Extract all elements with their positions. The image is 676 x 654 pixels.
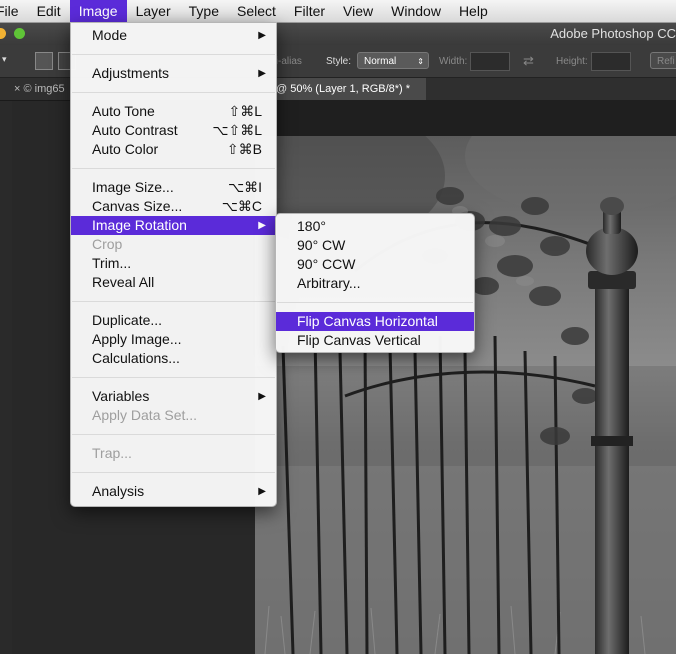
menu-select[interactable]: Select — [228, 0, 285, 22]
menu-item-label: Flip Canvas Horizontal — [297, 313, 438, 329]
height-field[interactable] — [591, 52, 631, 71]
image-menu-item-adjustments[interactable]: Adjustments ▶ — [71, 64, 276, 83]
menu-shortcut: ⌥⌘I — [227, 179, 262, 195]
menu-item-label: Flip Canvas Vertical — [297, 332, 421, 348]
style-select[interactable]: Normal ⇕ — [357, 52, 429, 69]
menu-bar: File Edit Image Layer Type Select Filter… — [0, 0, 676, 23]
menu-shortcut: ⌥⌘C — [221, 198, 262, 214]
menu-item-label: Mode — [92, 27, 128, 43]
refine-edge-label: Refi — [657, 56, 675, 67]
menu-shortcut: ⇧⌘L — [228, 103, 262, 119]
menu-item-label: Reveal All — [92, 274, 155, 290]
menu-item-label: Adjustments — [92, 65, 170, 81]
menu-help[interactable]: Help — [450, 0, 497, 22]
image-menu-item-calculations[interactable]: Calculations... — [71, 349, 276, 368]
style-label: Style: — [326, 56, 352, 67]
menu-view[interactable]: View — [334, 0, 382, 22]
menu-item-label: Auto Tone — [92, 103, 155, 119]
menu-item-label: Image Rotation — [92, 217, 187, 233]
image-menu-item-apply-data-set: Apply Data Set... — [71, 406, 276, 425]
menu-shortcut: ⌥⇧⌘L — [212, 122, 262, 138]
image-menu-item-auto-tone[interactable]: Auto Tone ⇧⌘L — [71, 102, 276, 121]
height-label: Height: — [556, 56, 588, 67]
submenu-arrow-icon: ▶ — [258, 220, 266, 231]
image-menu-item-apply-image[interactable]: Apply Image... — [71, 330, 276, 349]
menu-separator — [72, 168, 275, 169]
menu-item-label: Crop — [92, 236, 123, 252]
image-menu-item-canvas-size[interactable]: Canvas Size... ⌥⌘C — [71, 197, 276, 216]
image-menu-item-crop: Crop — [71, 235, 276, 254]
image-menu-item-variables[interactable]: Variables ▶ — [71, 387, 276, 406]
new-selection-icon[interactable] — [35, 52, 53, 70]
menu-item-label: Auto Contrast — [92, 122, 178, 138]
select-arrows-icon: ⇕ — [417, 57, 424, 66]
menu-item-label: Duplicate... — [92, 312, 163, 328]
menu-separator — [72, 472, 275, 473]
menu-item-label: Apply Image... — [92, 331, 182, 347]
menu-separator — [72, 54, 275, 55]
menu-separator — [72, 92, 275, 93]
submenu-arrow-icon: ▶ — [258, 391, 266, 402]
menu-image[interactable]: Image — [69, 0, 127, 22]
canvas-top-area — [255, 100, 676, 136]
image-rotation-submenu: 180° 90° CW 90° CCW Arbitrary... Flip Canvas… — [275, 213, 475, 353]
menu-item-label: Variables — [92, 388, 150, 404]
menu-item-label: Trim... — [92, 255, 132, 271]
menu-item-label: 180° — [297, 218, 326, 234]
menu-layer[interactable]: Layer — [127, 0, 180, 22]
image-menu-item-auto-contrast[interactable]: Auto Contrast ⌥⇧⌘L — [71, 121, 276, 140]
rotation-menu-item-90-ccw[interactable]: 90° CCW — [276, 255, 474, 274]
width-label: Width: — [439, 56, 468, 67]
image-menu-item-mode[interactable]: Mode ▶ — [71, 26, 276, 45]
menu-item-label: Arbitrary... — [297, 275, 361, 291]
menu-item-label: Calculations... — [92, 350, 180, 366]
width-field[interactable] — [470, 52, 510, 71]
rotation-menu-item-90-cw[interactable]: 90° CW — [276, 236, 474, 255]
anti-alias-label: ti-alias — [273, 56, 302, 67]
menu-file[interactable]: File — [0, 0, 28, 22]
image-menu-item-image-size[interactable]: Image Size... ⌥⌘I — [71, 178, 276, 197]
image-menu: Mode ▶ Adjustments ▶ Auto Tone ⇧⌘L Auto Contra… — [70, 22, 277, 507]
chevron-down-icon[interactable]: ▾ — [2, 54, 7, 65]
style-value: Normal — [364, 56, 397, 67]
app-title: Adobe Photoshop CC — [550, 26, 676, 41]
tools-panel-edge — [0, 101, 12, 654]
image-menu-item-image-rotation[interactable]: Image Rotation ▶ — [71, 216, 276, 235]
image-menu-item-auto-color[interactable]: Auto Color ⇧⌘B — [71, 140, 276, 159]
menu-item-label: Trap... — [92, 445, 132, 461]
menu-item-label: Image Size... — [92, 179, 174, 195]
menu-item-label: 90° CCW — [297, 256, 356, 272]
image-menu-item-trim[interactable]: Trim... — [71, 254, 276, 273]
menu-separator — [72, 301, 275, 302]
refine-edge-button[interactable]: Refi — [650, 52, 676, 69]
menu-item-label: Analysis — [92, 483, 145, 499]
menu-separator — [72, 377, 275, 378]
menu-separator — [277, 302, 473, 303]
rotation-menu-item-180[interactable]: 180° — [276, 217, 474, 236]
image-menu-item-trap: Trap... — [71, 444, 276, 463]
rotation-menu-item-flip-canvas-vertical[interactable]: Flip Canvas Vertical — [276, 331, 474, 350]
menu-separator — [72, 434, 275, 435]
menu-item-label: 90° CW — [297, 237, 346, 253]
rotation-menu-item-flip-canvas-horizontal[interactable]: Flip Canvas Horizontal — [276, 312, 474, 331]
image-menu-item-analysis[interactable]: Analysis ▶ — [71, 482, 276, 501]
rotation-menu-item-arbitrary[interactable]: Arbitrary... — [276, 274, 474, 293]
zoom-window-icon[interactable] — [14, 28, 25, 39]
menu-item-label: Canvas Size... — [92, 198, 183, 214]
image-menu-item-duplicate[interactable]: Duplicate... — [71, 311, 276, 330]
menu-shortcut: ⇧⌘B — [226, 141, 262, 157]
submenu-arrow-icon: ▶ — [258, 68, 266, 79]
submenu-arrow-icon: ▶ — [258, 30, 266, 41]
tab-document-active[interactable]: @ 50% (Layer 1, RGB/8*) * — [270, 78, 426, 100]
menu-edit[interactable]: Edit — [28, 0, 70, 22]
menu-filter[interactable]: Filter — [285, 0, 334, 22]
submenu-arrow-icon: ▶ — [258, 486, 266, 497]
menu-type[interactable]: Type — [180, 0, 228, 22]
swap-icon[interactable]: ⇄ — [523, 53, 534, 69]
menu-item-label: Auto Color — [92, 141, 159, 157]
tab-document-1[interactable]: × © img65 — [10, 78, 76, 100]
image-menu-item-reveal-all[interactable]: Reveal All — [71, 273, 276, 292]
menu-window[interactable]: Window — [382, 0, 450, 22]
menu-item-label: Apply Data Set... — [92, 407, 198, 423]
